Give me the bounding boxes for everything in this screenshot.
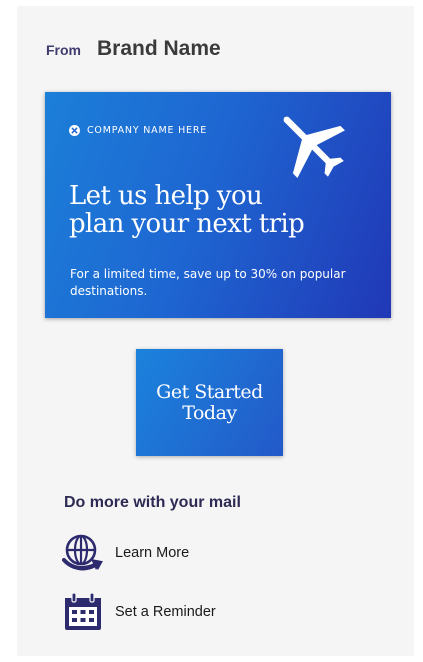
- company-name: COMPANY NAME HERE: [87, 125, 208, 136]
- cta-line-1: Get Started: [156, 380, 263, 403]
- globe-arrow-icon: [62, 534, 103, 571]
- sender-row: From Brand Name: [46, 37, 221, 61]
- brand-name: Brand Name: [97, 37, 221, 60]
- banner-subtext: For a limited time, save up to 30% on po…: [70, 267, 346, 298]
- cta-line-2: Today: [182, 401, 237, 424]
- more-section-title: Do more with your mail: [64, 494, 241, 511]
- learn-more-link[interactable]: Learn More: [62, 532, 189, 574]
- set-reminder-label: Set a Reminder: [115, 604, 216, 620]
- close-circle-icon: [69, 125, 80, 136]
- promo-banner[interactable]: COMPANY NAME HERE Let us help you plan y…: [45, 92, 391, 318]
- get-started-button[interactable]: Get Started Today: [136, 349, 283, 456]
- set-reminder-link[interactable]: Set a Reminder: [62, 591, 216, 633]
- from-label: From: [46, 42, 81, 58]
- calendar-icon: [65, 592, 101, 630]
- headline-line-1: Let us help you: [69, 181, 263, 211]
- email-card: From Brand Name COMPANY NAME HERE Let us…: [17, 6, 414, 656]
- learn-more-label: Learn More: [115, 545, 190, 561]
- banner-headline: Let us help you plan your next trip: [69, 182, 384, 238]
- airplane-icon: [283, 116, 345, 178]
- headline-line-2: plan your next trip: [69, 209, 305, 239]
- company-row: COMPANY NAME HERE: [69, 125, 207, 136]
